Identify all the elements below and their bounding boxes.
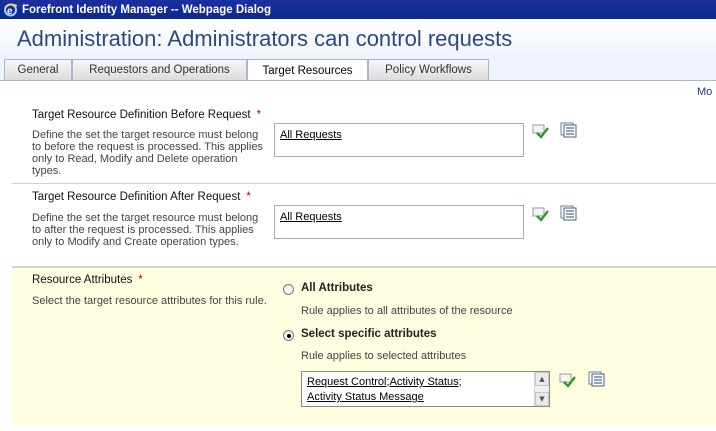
target-before-label: Target Resource Definition Before Reques… [32,109,261,121]
textarea-scrollbar[interactable]: ▲ ▼ [534,372,549,406]
tab-policy-workflows[interactable]: Policy Workflows [368,59,489,80]
target-after-label-text: Target Resource Definition After Request [32,191,241,203]
browse-list-icon[interactable] [588,371,606,387]
all-attributes-description: Rule applies to all attributes of the re… [301,305,513,317]
resource-attributes-label-text: Resource Attributes [32,274,133,286]
resource-attributes-section: Resource Attributes * Select the target r… [12,267,716,425]
window-title: Forefront Identity Manager -- Webpage Di… [22,3,271,16]
target-after-description: Define the set the target resource must … [32,212,259,248]
required-marker: * [256,109,262,121]
required-marker: * [138,274,143,286]
browse-list-icon[interactable] [560,122,578,138]
required-marker: * [246,191,251,203]
browse-list-icon[interactable] [560,205,578,221]
tab-divider [0,80,716,81]
resource-attributes-label: Resource Attributes * [32,274,143,286]
ie-icon: e [3,2,18,17]
selected-attributes-textarea[interactable]: Request Control;Activity Status; Activit… [301,371,550,407]
tab-general[interactable]: General [4,59,72,80]
validate-check-icon[interactable] [532,124,550,140]
target-before-field[interactable]: All Requests [274,123,524,157]
select-specific-attributes-label[interactable]: Select specific attributes [301,328,437,340]
radio-all-attributes[interactable] [283,284,294,295]
target-before-label-text: Target Resource Definition Before Reques… [32,109,251,121]
window-titlebar: e Forefront Identity Manager -- Webpage … [0,0,716,19]
page-header: Administration: Administrators can contr… [0,19,716,60]
resource-attributes-description: Select the target resource attributes fo… [32,295,267,307]
target-after-value-link[interactable]: All Requests [280,211,342,223]
target-before-value-link[interactable]: All Requests [280,129,342,141]
target-before-description: Define the set the target resource must … [32,129,263,177]
target-after-label: Target Resource Definition After Request… [32,191,251,203]
attribute-link-activity-status[interactable]: Activity Status [390,376,459,388]
scroll-up-icon[interactable]: ▲ [535,372,549,386]
scroll-down-icon[interactable]: ▼ [535,392,549,406]
attribute-link-activity-status-message[interactable]: Activity Status Message [307,391,424,403]
attribute-link-request-control[interactable]: Request Control [307,376,387,388]
tab-target-resources[interactable]: Target Resources [247,59,368,81]
select-specific-attributes-description: Rule applies to selected attributes [301,350,467,362]
svg-text:e: e [7,6,13,17]
tab-bar: General Requestors and Operations Target… [0,59,716,81]
radio-select-specific-attributes[interactable] [283,330,294,341]
validate-check-icon[interactable] [559,373,577,389]
validate-check-icon[interactable] [532,207,550,223]
all-attributes-label[interactable]: All Attributes [301,282,373,294]
selected-attributes-content: Request Control;Activity Status; Activit… [307,375,535,405]
tab-requestors-and-operations[interactable]: Requestors and Operations [72,59,247,80]
attribute-separator: ; [458,376,462,388]
page-title: Administration: Administrators can contr… [17,26,513,51]
target-before-section: Target Resource Definition Before Reques… [12,102,716,184]
more-link[interactable]: Mo [697,86,712,98]
target-after-section: Target Resource Definition After Request… [12,184,716,267]
target-after-field[interactable]: All Requests [274,205,524,239]
